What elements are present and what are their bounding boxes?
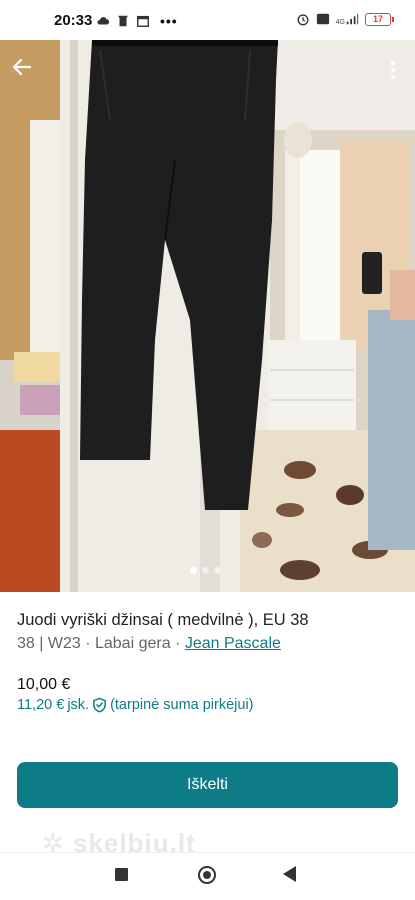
- listing-meta: 38 | W23 · Labai gera · Jean Pascale: [17, 635, 281, 653]
- boost-button[interactable]: Iškelti: [17, 762, 398, 808]
- alarm-icon: [297, 14, 309, 26]
- network-type: 4G: [335, 19, 345, 26]
- battery-level: 17: [372, 14, 383, 24]
- listing-condition: Labai gera: [94, 635, 171, 652]
- price-with-fee[interactable]: 11,20 € jsk. (tarpinė suma pirkėjui): [17, 697, 254, 713]
- more-options-button[interactable]: [383, 56, 403, 84]
- brand-link[interactable]: Jean Pascale: [185, 635, 281, 652]
- more-vert-icon: [391, 61, 395, 65]
- signal-icon: [346, 13, 359, 25]
- recents-button[interactable]: [115, 868, 128, 881]
- price-with-fee-value: 11,20 €: [17, 697, 65, 713]
- status-time: 20:33: [54, 12, 93, 29]
- carousel-dot[interactable]: [202, 567, 209, 574]
- status-left-icons: •••: [96, 13, 178, 29]
- carousel-dot[interactable]: [190, 567, 197, 574]
- more-dots-icon: •••: [160, 13, 178, 29]
- carousel-dots: [190, 567, 221, 574]
- calendar-icon: [137, 15, 149, 27]
- price-fee-note: (tarpinė suma pirkėjui): [110, 697, 254, 713]
- status-right-icons: 4G 17: [296, 12, 394, 26]
- volte-icon: [316, 13, 329, 25]
- cloud-icon: [97, 17, 110, 25]
- arrow-left-icon: [12, 58, 32, 76]
- photo-image: [0, 40, 415, 592]
- system-back-button[interactable]: [283, 866, 296, 882]
- listing-photo[interactable]: [0, 40, 415, 592]
- listing-title: Juodi vyriški džinsai ( medvilnė ), EU 3…: [17, 611, 309, 629]
- meta-separator: ·: [85, 635, 91, 652]
- listing-size: 38 | W23: [17, 635, 81, 652]
- status-bar: 20:33 ••• 4G 17: [0, 0, 415, 40]
- shield-check-icon: [93, 697, 106, 713]
- back-button[interactable]: [10, 56, 38, 84]
- trash-icon: [118, 15, 128, 27]
- carousel-dot[interactable]: [214, 567, 221, 574]
- battery-icon: 17: [365, 12, 394, 26]
- home-icon: [203, 871, 211, 879]
- price-fee-suffix: jsk.: [67, 697, 90, 713]
- listing-price: 10,00 €: [17, 676, 71, 693]
- meta-separator: ·: [175, 635, 181, 652]
- home-button[interactable]: [198, 866, 216, 884]
